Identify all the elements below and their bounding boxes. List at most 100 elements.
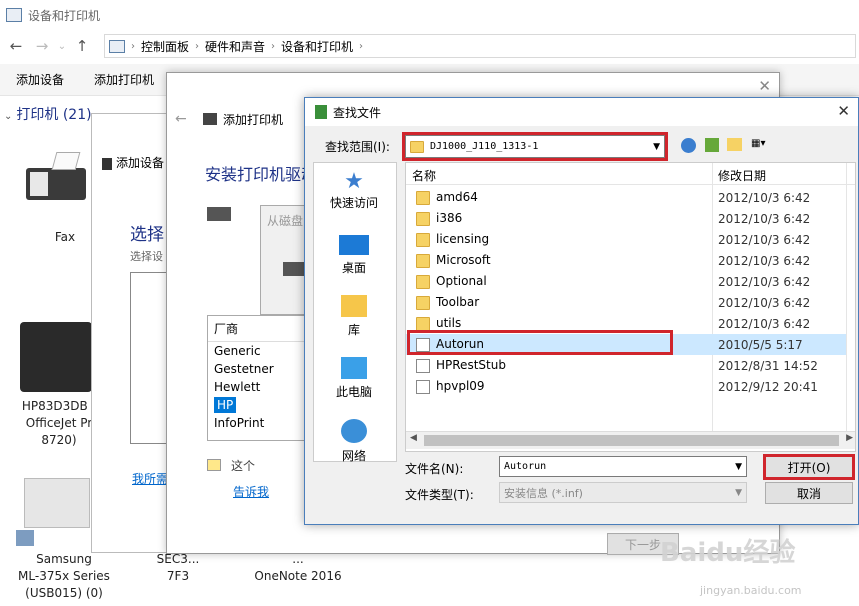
cancel-button[interactable]: 取消 bbox=[765, 482, 853, 504]
printer-icon[interactable] bbox=[20, 322, 92, 392]
file-name: hpvpl09 bbox=[406, 379, 712, 394]
dropdown-arrow-icon: ▼ bbox=[735, 461, 742, 472]
file-date: 2012/10/3 6:42 bbox=[718, 274, 811, 289]
desktop-place[interactable]: 桌面 bbox=[314, 233, 394, 276]
chevron-right-icon: › bbox=[195, 40, 200, 52]
add-device-button[interactable]: 添加设备 bbox=[16, 71, 64, 88]
back-arrow-icon[interactable]: ← bbox=[175, 111, 187, 127]
add-printer-button[interactable]: 添加打印机 bbox=[94, 71, 154, 88]
breadcrumb-devices[interactable]: 设备和打印机 bbox=[281, 38, 353, 55]
file-name: licensing bbox=[406, 232, 712, 247]
fax-icon[interactable] bbox=[20, 150, 92, 210]
collapse-chevron-icon[interactable]: ⌄ bbox=[4, 111, 12, 122]
browse-file-dialog: 查找文件 ✕ 查找范围(I): DJ1000_J110_1313-1 ▼ ▦▾ … bbox=[304, 97, 859, 525]
scroll-right-icon[interactable]: ▶ bbox=[846, 433, 853, 443]
recent-chevron-icon[interactable]: ⌄ bbox=[52, 41, 72, 52]
close-icon[interactable]: ✕ bbox=[758, 77, 771, 95]
add-device-title: 添加设备 bbox=[102, 154, 164, 171]
device-label[interactable]: Samsung ML-375x Series (USB015) (0) bbox=[14, 551, 114, 602]
scroll-left-icon[interactable]: ◀ bbox=[410, 433, 417, 443]
scroll-thumb[interactable] bbox=[424, 435, 839, 446]
lookin-label: 查找范围(I): bbox=[325, 140, 390, 154]
disk-icon bbox=[283, 262, 305, 276]
manufacturer-item[interactable]: InfoPrint bbox=[208, 414, 306, 432]
explorer-title-bar: 设备和打印机 bbox=[0, 0, 859, 30]
folder-icon bbox=[416, 316, 430, 331]
manufacturer-item-selected[interactable]: HP bbox=[214, 397, 237, 413]
col-name[interactable]: 名称 bbox=[412, 167, 436, 184]
filetype-select[interactable]: 安装信息 (*.inf) ▼ bbox=[499, 482, 747, 503]
file-row[interactable]: licensing 2012/10/3 6:42 bbox=[406, 229, 846, 250]
file-row[interactable]: i386 2012/10/3 6:42 bbox=[406, 208, 846, 229]
manufacturer-item[interactable]: Gestetner bbox=[208, 360, 306, 378]
forward-arrow-icon[interactable]: → bbox=[32, 37, 52, 55]
file-icon bbox=[416, 379, 430, 394]
add-device-link[interactable]: 我所需 bbox=[132, 470, 168, 487]
install-from-disk-window: 从磁盘 bbox=[260, 205, 310, 315]
chevron-right-icon: › bbox=[271, 40, 276, 52]
file-row[interactable]: amd64 2012/10/3 6:42 bbox=[406, 187, 846, 208]
folder-icon bbox=[416, 274, 430, 289]
desktop-icon bbox=[339, 235, 369, 255]
up-arrow-icon[interactable]: ↑ bbox=[72, 37, 92, 55]
places-bar: ★ 快速访问 桌面 库 此电脑 网络 bbox=[313, 162, 397, 464]
add-device-heading: 选择 bbox=[130, 225, 164, 245]
this-pc-place[interactable]: 此电脑 bbox=[314, 355, 394, 400]
folder-icon bbox=[416, 190, 430, 205]
view-menu-icon[interactable]: ▦▾ bbox=[751, 138, 777, 152]
manufacturer-header: 厂商 bbox=[208, 316, 306, 342]
note-text: 这个 bbox=[231, 459, 256, 473]
printers-group-header[interactable]: ⌄ 打印机 (21) bbox=[4, 104, 92, 124]
close-icon[interactable]: ✕ bbox=[837, 102, 850, 120]
file-name: Optional bbox=[406, 274, 712, 289]
manufacturer-list[interactable]: 厂商 Generic Gestetner Hewlett HP InfoPrin… bbox=[207, 315, 307, 441]
file-row[interactable]: hpvpl09 2012/9/12 20:41 bbox=[406, 376, 846, 397]
breadcrumb-control-panel[interactable]: 控制面板 bbox=[141, 38, 189, 55]
quick-access-place[interactable]: ★ 快速访问 bbox=[314, 169, 394, 211]
file-row[interactable]: Optional 2012/10/3 6:42 bbox=[406, 271, 846, 292]
up-folder-icon[interactable] bbox=[705, 138, 719, 152]
add-device-window: 添加设备 选择 选择设 我所需 bbox=[91, 113, 180, 553]
back-arrow-icon[interactable]: ← bbox=[6, 37, 26, 55]
address-bar[interactable]: › 控制面板 › 硬件和声音 › 设备和打印机 › bbox=[104, 34, 856, 58]
chevron-right-icon: › bbox=[359, 40, 364, 52]
manufacturer-item[interactable]: Hewlett bbox=[208, 378, 306, 396]
computer-icon bbox=[341, 357, 367, 379]
file-row[interactable]: Microsoft 2012/10/3 6:42 bbox=[406, 250, 846, 271]
file-date: 2012/9/12 20:41 bbox=[718, 379, 818, 394]
devices-printers-icon bbox=[6, 8, 22, 22]
back-icon[interactable] bbox=[681, 138, 696, 153]
new-folder-icon[interactable] bbox=[727, 138, 742, 151]
file-date: 2012/10/3 6:42 bbox=[718, 316, 811, 331]
file-date: 2010/5/5 5:17 bbox=[718, 337, 803, 352]
col-date[interactable]: 修改日期 bbox=[718, 167, 766, 184]
printer-icon[interactable] bbox=[24, 478, 90, 528]
horizontal-scrollbar[interactable]: ◀ ▶ bbox=[406, 431, 855, 449]
network-place[interactable]: 网络 bbox=[314, 417, 394, 464]
file-list[interactable]: 名称 ⌃ 修改日期 amd64 2012/10/3 6:42 i386 2012/10… bbox=[405, 162, 856, 452]
library-place[interactable]: 库 bbox=[314, 293, 394, 338]
dialog-title: 查找文件 bbox=[333, 105, 382, 120]
printer-icon bbox=[203, 113, 217, 125]
file-date: 2012/8/31 14:52 bbox=[718, 358, 818, 373]
user-badge-icon bbox=[16, 530, 34, 546]
filename-label: 文件名(N): bbox=[405, 462, 464, 476]
filename-input[interactable]: Autorun ▼ bbox=[499, 456, 747, 477]
column-headers: 名称 ⌃ 修改日期 bbox=[406, 162, 855, 433]
window-title: 设备和打印机 bbox=[28, 8, 101, 23]
file-row[interactable]: HPRestStub 2012/8/31 14:52 bbox=[406, 355, 846, 376]
address-row: ← → ⌄ ↑ › 控制面板 › 硬件和声音 › 设备和打印机 › bbox=[0, 30, 859, 62]
sort-arrow-icon: ⌃ bbox=[554, 162, 562, 170]
device-label[interactable]: SEC3... 7F3 bbox=[128, 551, 228, 585]
breadcrumb-hardware[interactable]: 硬件和声音 bbox=[205, 38, 265, 55]
file-date: 2012/10/3 6:42 bbox=[718, 211, 811, 226]
device-label[interactable]: ... OneNote 2016 bbox=[248, 551, 348, 585]
file-date: 2012/10/3 6:42 bbox=[718, 232, 811, 247]
manufacturer-item[interactable]: Generic bbox=[208, 342, 306, 360]
watermark-url: jingyan.baidu.com bbox=[700, 584, 802, 597]
dialog-title-bar: 查找文件 ✕ bbox=[305, 98, 858, 126]
printer-icon bbox=[207, 207, 231, 221]
tell-me-link[interactable]: 告诉我 bbox=[233, 483, 269, 500]
folder-icon bbox=[416, 295, 430, 310]
file-row[interactable]: Toolbar 2012/10/3 6:42 bbox=[406, 292, 846, 313]
